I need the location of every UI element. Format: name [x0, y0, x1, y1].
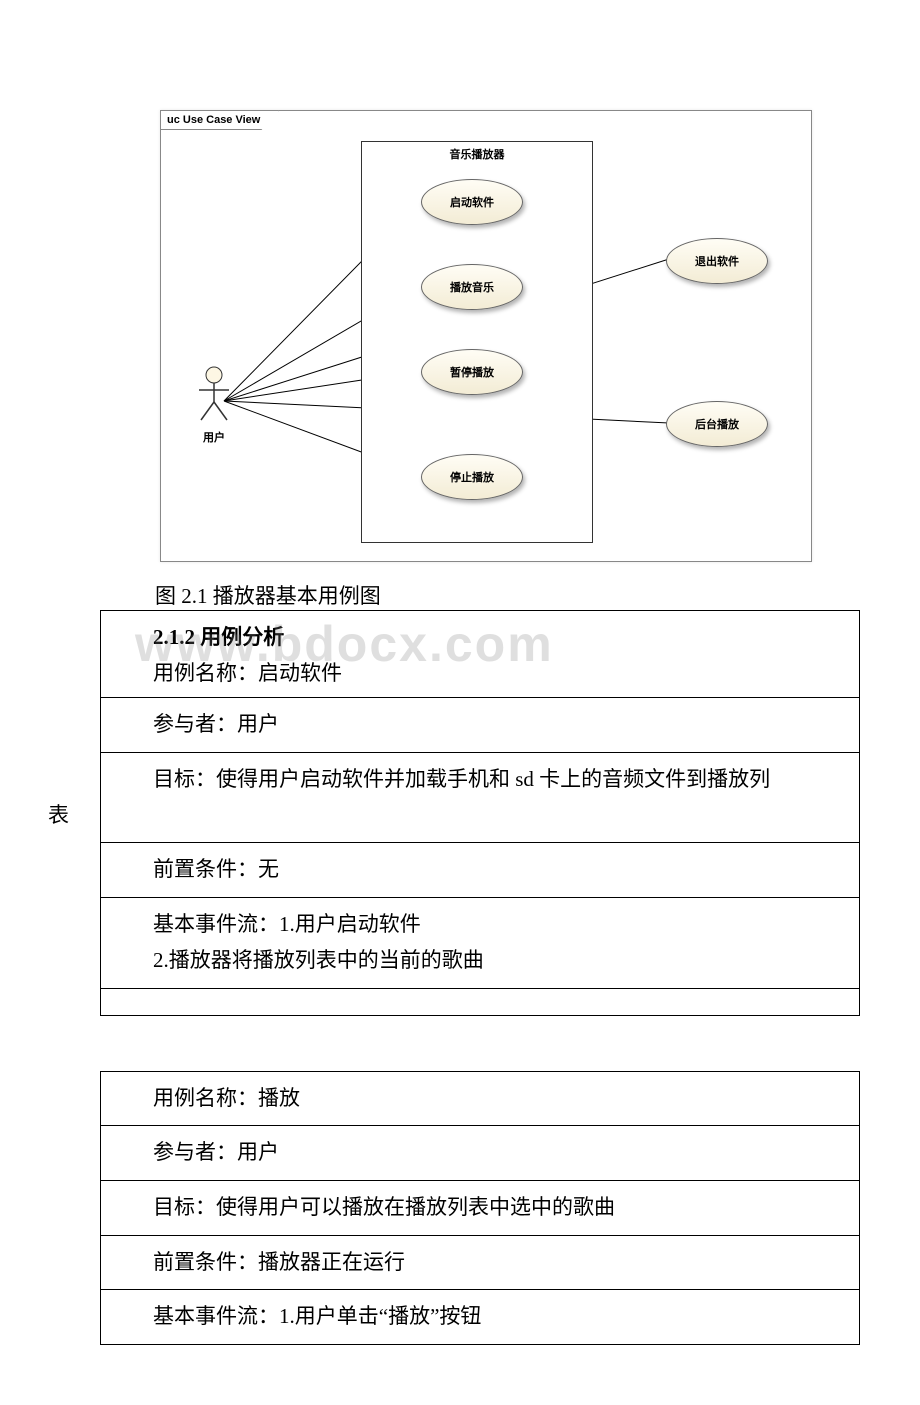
uc1-precondition: 前置条件：无: [101, 842, 859, 897]
uc1-name: 用例名称：启动软件: [153, 656, 851, 692]
actor-label: 用户: [197, 429, 231, 445]
uc1-target: 目标：使得用户启动软件并加载手机和 sd 卡上的音频文件到播放列 表: [101, 752, 859, 842]
actor-user: 用户: [197, 366, 231, 445]
uc2-precondition: 前置条件：播放器正在运行: [101, 1235, 859, 1290]
uc1-flow: 基本事件流：1.用户启动软件 2.播放器将播放列表中的当前的歌曲: [101, 897, 859, 987]
usecase-exit: 退出软件: [666, 238, 768, 284]
use-case-diagram: uc Use Case View 用户: [160, 110, 812, 562]
uc1-actor: 参与者：用户: [101, 697, 859, 752]
usecase-table-1: 2.1.2 用例分析 用例名称：启动软件 参与者：用户 目标：使得用户启动软件并…: [100, 610, 860, 1016]
uc2-name: 用例名称：播放: [101, 1072, 859, 1126]
diagram-tab: uc Use Case View: [160, 110, 279, 130]
stick-figure-icon: [197, 366, 231, 422]
uc2-target: 目标：使得用户可以播放在播放列表中选中的歌曲: [101, 1180, 859, 1235]
usecase-start: 启动软件: [421, 179, 523, 225]
usecase-table-2: 用例名称：播放 参与者：用户 目标：使得用户可以播放在播放列表中选中的歌曲 前置…: [100, 1071, 860, 1345]
system-title: 音乐播放器: [362, 140, 592, 162]
uc2-flow: 基本事件流：1.用户单击“播放”按钮: [101, 1289, 859, 1344]
uc1-blank: [101, 988, 859, 1015]
section-heading-2-1-2: 2.1.2 用例分析: [153, 620, 851, 656]
figure-caption: 图 2.1 播放器基本用例图: [155, 580, 860, 610]
usecase-background: 后台播放: [666, 401, 768, 447]
uc2-actor: 参与者：用户: [101, 1125, 859, 1180]
usecase-play: 播放音乐: [421, 264, 523, 310]
usecase-pause: 暂停播放: [421, 349, 523, 395]
usecase-stop: 停止播放: [421, 454, 523, 500]
